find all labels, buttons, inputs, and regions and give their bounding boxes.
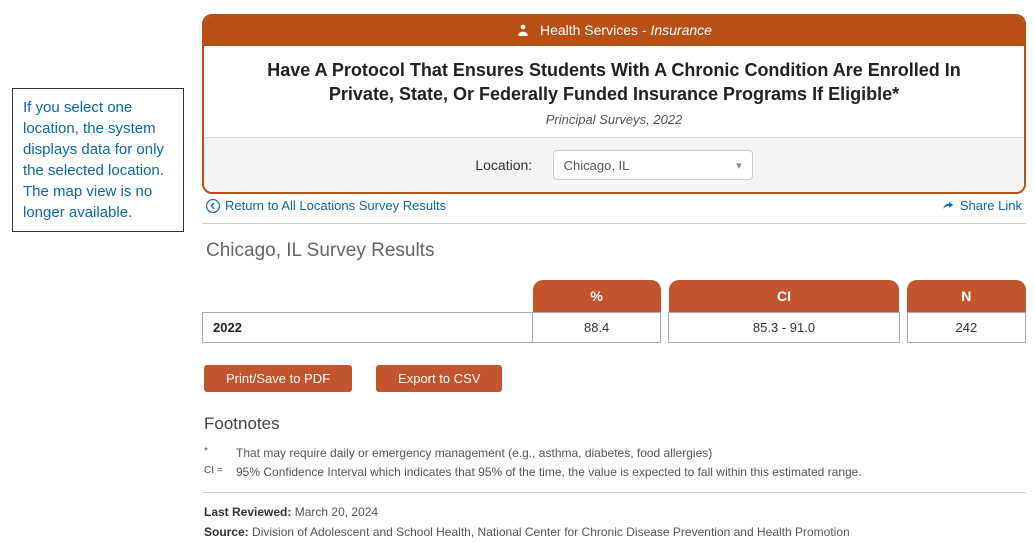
footnotes-title: Footnotes: [204, 414, 1026, 434]
footnote-item: CI = 95% Confidence Interval which indic…: [204, 463, 1026, 482]
return-link[interactable]: Return to All Locations Survey Results: [206, 198, 446, 213]
export-csv-button[interactable]: Export to CSV: [376, 365, 502, 392]
links-row: Return to All Locations Survey Results S…: [202, 190, 1026, 224]
person-icon: [516, 23, 530, 40]
page-title: Have A Protocol That Ensures Students Wi…: [234, 58, 994, 107]
share-link[interactable]: Share Link: [941, 198, 1022, 213]
footnote-text: 95% Confidence Interval which indicates …: [236, 463, 862, 482]
cell-percent: 88.4: [533, 313, 661, 343]
col-percent: %: [533, 280, 661, 313]
footnotes: Footnotes * That may require daily or em…: [202, 414, 1026, 482]
action-buttons: Print/Save to PDF Export to CSV: [202, 365, 1026, 392]
footnote-item: * That may require daily or emergency ma…: [204, 444, 1026, 463]
cell-ci: 85.3 - 91.0: [669, 313, 899, 343]
callout-box: If you select one location, the system d…: [12, 88, 184, 232]
table-row: 2022 88.4 85.3 - 91.0 242: [203, 313, 1026, 343]
location-label: Location:: [475, 157, 532, 173]
return-link-text: Return to All Locations Survey Results: [225, 198, 446, 213]
footnote-key: *: [204, 444, 226, 463]
panel-header: Health Services - Insurance: [204, 16, 1024, 46]
footnote-text: That may require daily or emergency mana…: [236, 444, 712, 463]
results-table: % CI N 2022 88.4 85.3 - 91.0 242: [202, 280, 1026, 343]
location-bar: Location: Chicago, IL ▾: [204, 137, 1024, 192]
source-value: Division of Adolescent and School Health…: [252, 525, 850, 539]
share-link-text: Share Link: [960, 198, 1022, 213]
last-reviewed-value: March 20, 2024: [295, 505, 378, 519]
col-ci: CI: [669, 280, 899, 313]
chevron-down-icon: ▾: [736, 159, 742, 172]
source-label: Source:: [204, 525, 249, 539]
header-category: Health Services: [540, 22, 638, 38]
back-arrow-icon: [206, 199, 220, 213]
footnote-key: CI =: [204, 463, 226, 482]
meta-info: Last Reviewed: March 20, 2024 Source: Di…: [202, 492, 1026, 541]
callout-text: If you select one location, the system d…: [23, 99, 164, 221]
share-icon: [941, 199, 955, 213]
location-selected: Chicago, IL: [564, 158, 630, 173]
row-year: 2022: [203, 313, 533, 343]
location-select[interactable]: Chicago, IL ▾: [553, 150, 753, 180]
cell-n: 242: [907, 313, 1025, 343]
col-n: N: [907, 280, 1025, 313]
results-title: Chicago, IL Survey Results: [202, 240, 1026, 262]
survey-panel: Health Services - Insurance Have A Proto…: [202, 14, 1026, 194]
title-area: Have A Protocol That Ensures Students Wi…: [204, 46, 1024, 138]
print-pdf-button[interactable]: Print/Save to PDF: [204, 365, 352, 392]
last-reviewed-label: Last Reviewed:: [204, 505, 291, 519]
page-subtitle: Principal Surveys, 2022: [234, 112, 994, 127]
content-area: Return to All Locations Survey Results S…: [202, 190, 1026, 542]
header-subcategory: Insurance: [650, 22, 711, 38]
